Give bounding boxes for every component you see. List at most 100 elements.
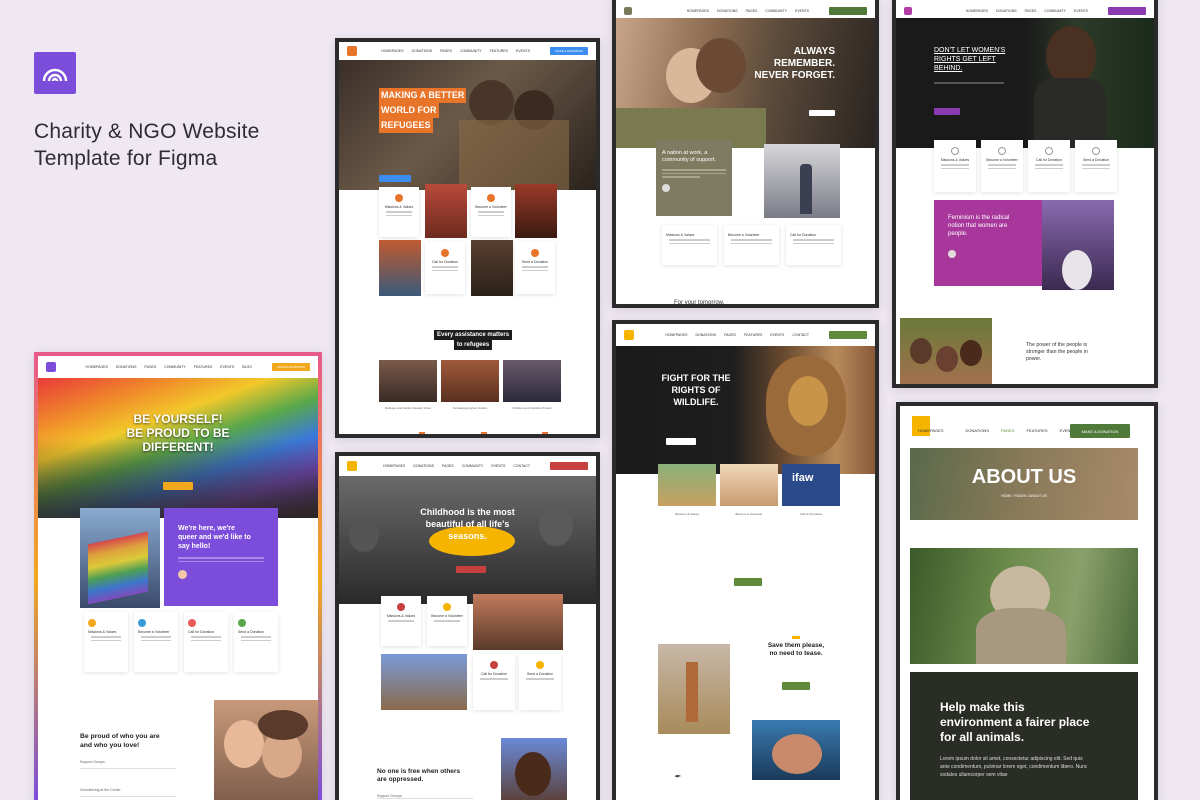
nav-donations[interactable]: DONATIONS [966, 428, 989, 433]
veterans-donate-button[interactable] [829, 7, 867, 15]
card-volunteer[interactable]: Become a Volunteer [427, 596, 467, 646]
children-logo[interactable] [347, 461, 357, 471]
nav-pages[interactable]: PAGES [1025, 9, 1037, 13]
nav-pages[interactable]: PAGES [440, 49, 452, 53]
wildlife-donate-button[interactable] [829, 331, 867, 339]
nav-homepages[interactable]: HOMEPAGES [381, 49, 403, 53]
nav-contact[interactable]: CONTACT [792, 333, 809, 337]
card-missions-title[interactable]: Missions & Values [658, 512, 716, 516]
card-call-donation[interactable]: Call for Donation [786, 225, 841, 265]
pride-donate-button[interactable]: MAKE A DONATION [272, 363, 310, 371]
about-logo[interactable] [912, 416, 930, 436]
card-volunteer[interactable]: Become a Volunteer [134, 612, 178, 672]
nav-features[interactable]: FEATURES [194, 365, 212, 369]
veterans-template[interactable]: HOMEPAGES DONATIONS PAGES COMMUNITY EVEN… [612, 0, 879, 308]
nav-pages[interactable]: PAGES [724, 333, 736, 337]
card-missions[interactable]: Missions & Values [662, 225, 717, 265]
nav-pages[interactable]: PAGES [746, 9, 758, 13]
card-send-donation[interactable]: Send a Donation [515, 242, 555, 294]
pride-hero-cta[interactable] [163, 482, 193, 490]
veteran-street-photo [764, 144, 840, 218]
story-title-1[interactable]: Refugee and Asylum Seeker Voice [379, 406, 437, 410]
breadcrumb[interactable]: HOME / PAGES / ABOUT US [910, 494, 1138, 498]
pride-logo[interactable] [46, 362, 56, 372]
nav-events[interactable]: EVENTS [491, 464, 505, 468]
nav-homepages[interactable]: HOMEPAGES [383, 464, 405, 468]
nav-events[interactable]: EVENTS [770, 333, 784, 337]
story-title-2[interactable]: Increasing Asylum Justice [441, 406, 499, 410]
list-support-groups[interactable]: Support Groups [80, 760, 176, 769]
donate-button[interactable]: MAKE A DONATION [550, 47, 588, 55]
wildlife-logo[interactable] [624, 330, 634, 340]
nav-events[interactable]: EVENTS [795, 9, 809, 13]
nav-features[interactable]: FEATURES [490, 49, 508, 53]
nav-donations[interactable]: DONATIONS [116, 365, 137, 369]
refugees-logo[interactable] [347, 46, 357, 56]
children-donate-button[interactable] [550, 462, 588, 470]
nav-donations[interactable]: DONATIONS [412, 49, 433, 53]
nav-community[interactable]: COMMUNITY [765, 9, 787, 13]
nav-homepages[interactable]: HOMEPAGES [665, 333, 687, 337]
card-send-donation[interactable]: Send a Donation [234, 612, 278, 672]
nav-features[interactable]: FEATURES [1026, 428, 1047, 433]
nav-events[interactable]: EVENTS [1074, 9, 1088, 13]
nav-homepages[interactable]: HOMEPAGES [86, 365, 108, 369]
tease-cta-button[interactable] [782, 682, 810, 690]
card-missions[interactable]: Missions & Values [934, 140, 976, 192]
card-call-donation[interactable]: Call for Donation [425, 242, 465, 294]
veterans-hero-cta[interactable] [809, 110, 835, 116]
nav-community[interactable]: COMMUNITY [462, 464, 484, 468]
card-missions[interactable]: Missions & Values [381, 596, 421, 646]
refugees-template[interactable]: HOMEPAGES DONATIONS PAGES COMMUNITY FEAT… [335, 38, 600, 438]
nav-features[interactable]: FEATURES [744, 333, 762, 337]
hero-cta-button[interactable] [379, 175, 411, 182]
about-us-template[interactable]: HOMEPAGES DONATIONS PAGES FEATURES EVEN … [896, 402, 1158, 800]
nav-blog[interactable]: BLOG [242, 365, 252, 369]
card-call-donation-title[interactable]: Call for Donation [782, 512, 840, 516]
nav-pages[interactable]: PAGES [442, 464, 454, 468]
card-send-donation[interactable]: Send a Donation [519, 654, 561, 710]
wildlife-learn-more-button[interactable] [734, 578, 762, 586]
card-volunteer[interactable]: Become a Volunteer [724, 225, 779, 265]
nav-community[interactable]: COMMUNITY [164, 365, 186, 369]
list-support-groups[interactable]: Support Groups [377, 794, 473, 799]
list-volunteering[interactable]: Volunteering at the Center [80, 788, 176, 797]
card-call-donation[interactable]: Call for Donation [473, 654, 515, 710]
wildlife-hero-cta[interactable] [666, 438, 696, 445]
nav-community[interactable]: COMMUNITY [1044, 9, 1066, 13]
veterans-logo[interactable] [624, 7, 632, 15]
women-rights-template[interactable]: HOMEPAGES DONATIONS PAGES COMMUNITY EVEN… [892, 0, 1158, 388]
story-title-3[interactable]: Children and Families Project [503, 406, 561, 410]
nav-homepages[interactable]: HOMEPAGES [918, 428, 944, 433]
nav-donations[interactable]: DONATIONS [996, 9, 1017, 13]
women-logo[interactable] [904, 7, 912, 15]
card-volunteer-title[interactable]: Become a Volunteer [720, 512, 778, 516]
nav-donations[interactable]: DONATIONS [717, 9, 738, 13]
about-donate-button[interactable]: MAKE A DONATION [1070, 424, 1130, 438]
nav-homepages[interactable]: HOMEPAGES [687, 9, 709, 13]
card-volunteer[interactable]: Become a Volunteer [981, 140, 1023, 192]
nav-contact[interactable]: CONTACT [513, 464, 530, 468]
nav-events[interactable]: EVENTS [516, 49, 530, 53]
nav-pages[interactable]: PAGES [1001, 428, 1015, 433]
card-call-donation[interactable]: Call for Donation [1028, 140, 1070, 192]
card-missions[interactable]: Missions & Values [84, 612, 128, 672]
children-hero-cta[interactable] [456, 566, 486, 573]
nav-donations[interactable]: DONATIONS [413, 464, 434, 468]
women-hero-cta[interactable] [934, 108, 960, 115]
wildlife-template[interactable]: HOMEPAGES DONATIONS PAGES FEATURES EVENT… [612, 320, 879, 800]
women-donate-button[interactable] [1108, 7, 1146, 15]
children-template[interactable]: HOMEPAGES DONATIONS PAGES COMMUNITY EVEN… [335, 452, 600, 800]
nav-pages[interactable]: PAGES [144, 365, 156, 369]
nav-events[interactable]: EVENTS [220, 365, 234, 369]
card-call-donation[interactable]: Call for Donation [184, 612, 228, 672]
card-missions[interactable]: Missions & Values [379, 187, 419, 237]
card-send-donation[interactable]: Send a Donation [1075, 140, 1117, 192]
nav-community[interactable]: COMMUNITY [460, 49, 482, 53]
grandpa-photo [381, 654, 467, 710]
pride-template[interactable]: HOMEPAGES DONATIONS PAGES COMMUNITY FEAT… [34, 352, 322, 800]
nav-events[interactable]: EVEN [1060, 428, 1071, 433]
nav-donations[interactable]: DONATIONS [696, 333, 717, 337]
card-volunteer[interactable]: Become a Volunteer [471, 187, 511, 237]
nav-homepages[interactable]: HOMEPAGES [966, 9, 988, 13]
